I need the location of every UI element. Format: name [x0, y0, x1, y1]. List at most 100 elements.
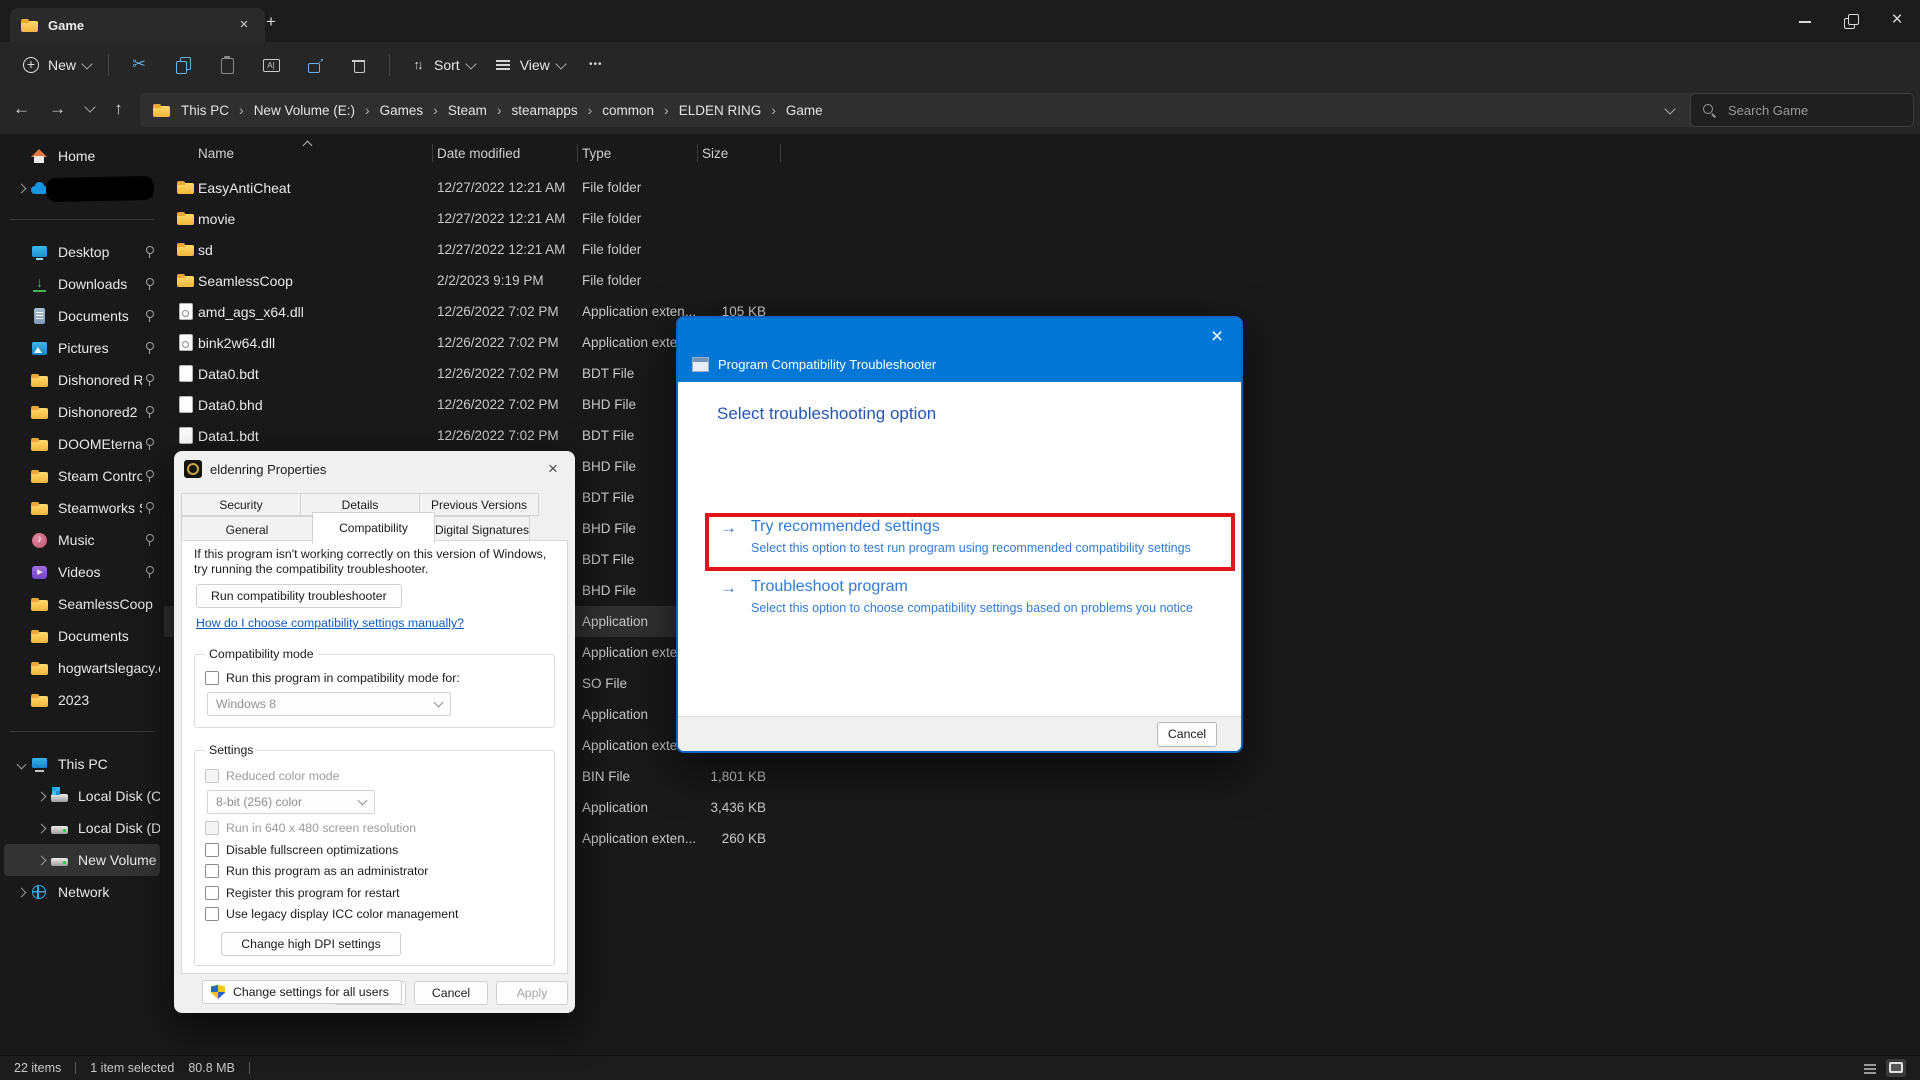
sidebar-item[interactable]: Documents	[4, 300, 160, 332]
EasyAntiCheat[interactable]: EasyAntiCheat 12/27/2022 12:21 AM File f…	[164, 172, 778, 203]
column-header-type[interactable]: Type	[582, 146, 702, 161]
maximize-button[interactable]	[1828, 0, 1874, 42]
sidebar-item[interactable]: New Volume (E:)	[4, 844, 160, 876]
toolbar-divider	[389, 54, 390, 76]
properties-tab[interactable]: Digital Signatures	[434, 516, 530, 543]
recent-locations-button[interactable]	[74, 93, 105, 124]
column-header-date[interactable]: Date modified	[437, 146, 582, 161]
movie[interactable]: movie 12/27/2022 12:21 AM File folder	[164, 203, 778, 234]
command-bar-region: New Sort View ← →	[0, 42, 1920, 135]
rename-button[interactable]	[249, 48, 293, 82]
change-all-users-button[interactable]: Change settings for all users	[202, 980, 402, 1004]
forward-button[interactable]: →	[42, 93, 73, 124]
cut-button[interactable]	[117, 48, 161, 82]
SeamlessCoop[interactable]: SeamlessCoop 2/2/2023 9:19 PM File folde…	[164, 265, 778, 296]
back-button[interactable]: ←	[6, 93, 37, 124]
sidebar-item[interactable]: Local Disk (C:)	[4, 780, 160, 812]
sidebar-item[interactable]: Home	[4, 140, 160, 172]
pin-icon	[142, 469, 156, 483]
checkbox[interactable]	[205, 864, 219, 878]
expand-chevron-icon[interactable]	[16, 759, 26, 769]
tab-close-icon[interactable]	[233, 14, 255, 36]
sort-button[interactable]: Sort	[398, 48, 484, 82]
sidebar-item[interactable]: Dishonored RHC	[4, 364, 160, 396]
share-button[interactable]	[293, 48, 337, 82]
properties-tab[interactable]: Security	[181, 493, 301, 516]
address-dropdown-icon[interactable]	[1664, 103, 1675, 114]
view-button[interactable]: View	[484, 48, 574, 82]
breadcrumb-item[interactable]: New Volume (E:)	[254, 102, 380, 118]
sidebar-item[interactable]: Local Disk (D:)	[4, 812, 160, 844]
file-size: 1,801 KB	[702, 769, 766, 784]
change-dpi-button[interactable]: Change high DPI settings	[221, 932, 401, 956]
breadcrumb-item[interactable]: This PC	[181, 102, 254, 118]
sidebar-item[interactable]: Documents	[4, 620, 160, 652]
sidebar-item[interactable]	[4, 204, 160, 236]
sort-ascending-icon	[304, 139, 312, 147]
sidebar-item[interactable]: Steam Controlle	[4, 460, 160, 492]
pin-icon	[142, 245, 156, 259]
tab-game[interactable]: Game	[10, 8, 265, 42]
breadcrumb-item[interactable]: common	[602, 102, 678, 118]
troubleshooter-option[interactable]: Try recommended settings Select this opt…	[720, 518, 1193, 555]
compatibility-help-link[interactable]: How do I choose compatibility settings m…	[196, 616, 555, 630]
checkbox[interactable]	[205, 671, 219, 685]
sidebar-item[interactable]	[4, 716, 160, 748]
details-view-icon[interactable]	[1860, 1059, 1880, 1077]
cancel-button[interactable]: Cancel	[1157, 722, 1217, 747]
sidebar-item[interactable]: Desktop	[4, 236, 160, 268]
breadcrumb-item[interactable]: ELDEN RING	[679, 102, 786, 118]
close-button[interactable]	[1874, 0, 1920, 42]
thumbnail-view-icon[interactable]	[1886, 1059, 1906, 1077]
breadcrumb-item[interactable]: Steam	[448, 102, 512, 118]
copy-button[interactable]	[161, 48, 205, 82]
window-controls	[1782, 0, 1920, 42]
sidebar-item[interactable]: DOOMEternal	[4, 428, 160, 460]
minimize-button[interactable]	[1782, 0, 1828, 42]
expand-chevron-icon[interactable]	[16, 887, 26, 897]
expand-chevron-icon[interactable]	[36, 791, 46, 801]
folder-icon	[20, 16, 39, 35]
checkbox[interactable]	[205, 886, 219, 900]
search-input[interactable]	[1726, 102, 1880, 119]
sidebar-item[interactable]: Pictures	[4, 332, 160, 364]
properties-tab[interactable]: General	[181, 516, 313, 543]
new-button[interactable]: New	[12, 48, 100, 82]
paste-button[interactable]	[205, 48, 249, 82]
compat-mode-checkbox-row: Run this program in compatibility mode f…	[205, 671, 544, 685]
more-button[interactable]	[574, 48, 618, 82]
up-button[interactable]: ↑	[103, 93, 134, 124]
sidebar-item[interactable]: Dishonored2	[4, 396, 160, 428]
breadcrumb-item[interactable]: Games	[380, 102, 448, 118]
expand-chevron-icon[interactable]	[36, 823, 46, 833]
sd[interactable]: sd 12/27/2022 12:21 AM File folder	[164, 234, 778, 265]
expand-chevron-icon[interactable]	[36, 855, 46, 865]
sidebar-item[interactable]: hogwartslegacy.exe	[4, 652, 160, 684]
sidebar-item[interactable]: Music	[4, 524, 160, 556]
properties-tab[interactable]: Compatibility	[312, 512, 435, 544]
sidebar-item-label: Desktop	[58, 244, 142, 260]
sidebar-item[interactable]: SeamlessCoop	[4, 588, 160, 620]
delete-button[interactable]	[337, 48, 381, 82]
expand-chevron-icon[interactable]	[16, 183, 26, 193]
sidebar-item[interactable]: Network	[4, 876, 160, 908]
close-icon[interactable]	[541, 457, 565, 481]
sidebar-item[interactable]: This PC	[4, 748, 160, 780]
sidebar-item[interactable]: Steamworks Sha	[4, 492, 160, 524]
properties-tab[interactable]: Previous Versions	[419, 493, 539, 516]
checkbox[interactable]	[205, 843, 219, 857]
checkbox[interactable]	[205, 907, 219, 921]
file-date: 12/26/2022 7:02 PM	[437, 366, 582, 381]
breadcrumb-item[interactable]: Game	[786, 103, 823, 118]
breadcrumb-item[interactable]: steamapps	[512, 102, 603, 118]
column-header-size[interactable]: Size	[702, 146, 766, 161]
close-icon[interactable]	[1203, 324, 1231, 352]
new-tab-button[interactable]	[258, 11, 284, 33]
sidebar-item[interactable]: Videos	[4, 556, 160, 588]
column-headers: Name Date modified Type Size	[164, 138, 778, 168]
sidebar-item[interactable]: Downloads	[4, 268, 160, 300]
troubleshooter-option[interactable]: Troubleshoot program Select this option …	[720, 578, 1193, 615]
column-header-name[interactable]: Name	[198, 146, 437, 161]
sidebar-item[interactable]: 2023	[4, 684, 160, 716]
run-troubleshooter-button[interactable]: Run compatibility troubleshooter	[196, 584, 402, 608]
